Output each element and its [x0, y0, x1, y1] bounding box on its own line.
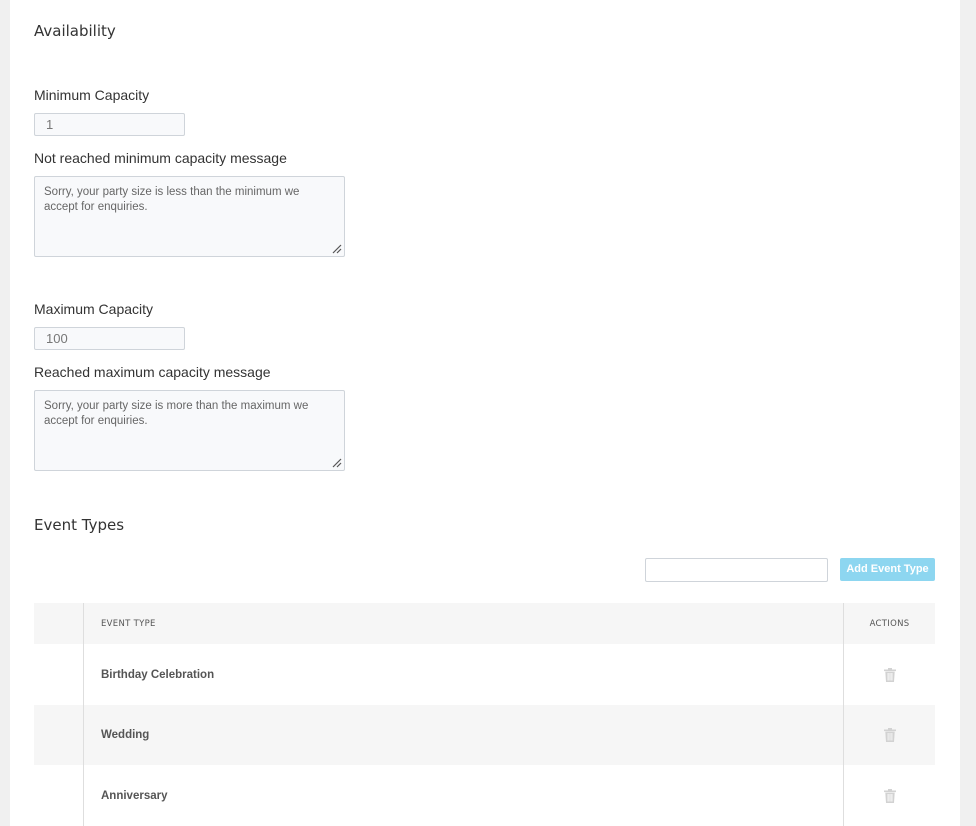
- max-capacity-label: Maximum Capacity: [34, 301, 154, 317]
- drag-handle[interactable]: [34, 705, 84, 765]
- table-row: Wedding: [34, 705, 935, 765]
- trash-icon[interactable]: [883, 728, 896, 742]
- availability-heading: Availability: [34, 22, 116, 40]
- trash-icon[interactable]: [883, 788, 896, 803]
- actions-column-header: ACTIONS: [844, 603, 935, 644]
- table-header-row: EVENT TYPE ACTIONS: [34, 603, 935, 644]
- event-type-name: Anniversary: [101, 789, 168, 802]
- add-event-type-button[interactable]: Add Event Type: [840, 558, 935, 581]
- event-type-name: Birthday Celebration: [101, 668, 215, 681]
- event-types-heading: Event Types: [34, 516, 125, 534]
- table-row: Birthday Celebration: [34, 644, 935, 705]
- actions-cell: [844, 765, 935, 826]
- new-event-type-input[interactable]: [645, 558, 828, 582]
- actions-cell: [844, 705, 935, 765]
- event-types-table: EVENT TYPE ACTIONS Birthday Celebration: [34, 603, 935, 826]
- max-message-textarea[interactable]: Sorry, your party size is more than the …: [34, 390, 345, 471]
- event-type-cell: Birthday Celebration: [84, 644, 844, 705]
- resize-handle-icon[interactable]: [332, 458, 342, 468]
- settings-panel: Availability Minimum Capacity Not reache…: [10, 0, 960, 826]
- max-capacity-input[interactable]: [34, 327, 185, 350]
- drag-handle[interactable]: [34, 644, 84, 705]
- resize-handle-icon[interactable]: [332, 244, 342, 254]
- event-type-cell: Anniversary: [84, 765, 844, 826]
- min-message-textarea[interactable]: Sorry, your party size is less than the …: [34, 176, 345, 257]
- event-type-cell: Wedding: [84, 705, 844, 765]
- max-message-label: Reached maximum capacity message: [34, 364, 271, 380]
- drag-handle[interactable]: [34, 765, 84, 826]
- drag-handle-column: [34, 603, 84, 644]
- min-capacity-input[interactable]: [34, 113, 185, 136]
- trash-icon[interactable]: [883, 667, 896, 682]
- event-type-column-header: EVENT TYPE: [84, 603, 844, 644]
- event-type-header-label: EVENT TYPE: [101, 618, 156, 629]
- actions-cell: [844, 644, 935, 705]
- table-row: Anniversary: [34, 765, 935, 826]
- min-message-label: Not reached minimum capacity message: [34, 150, 287, 166]
- event-type-name: Wedding: [101, 729, 150, 741]
- min-capacity-label: Minimum Capacity: [34, 87, 150, 103]
- actions-header-label: ACTIONS: [869, 618, 910, 629]
